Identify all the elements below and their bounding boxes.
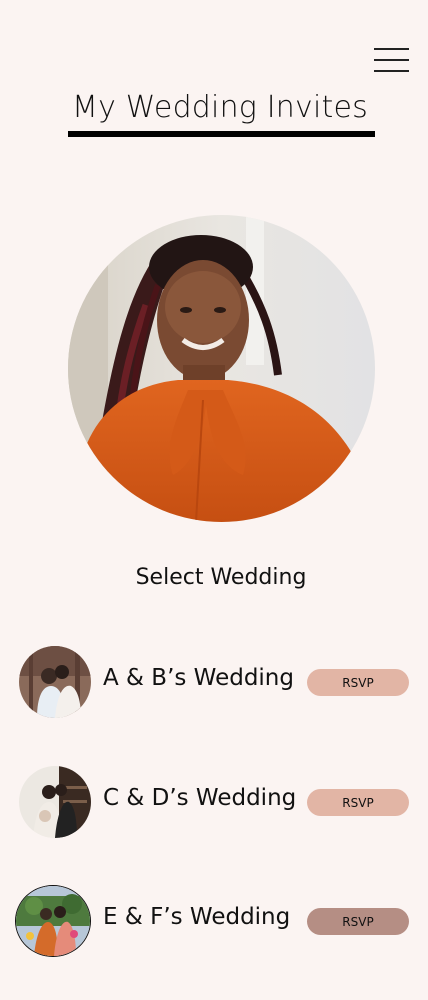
wedding-list-item[interactable]: C & D’s Wedding RSVP (0, 765, 428, 839)
hamburger-menu-button[interactable] (374, 46, 410, 74)
wedding-name: A & B’s Wedding (103, 665, 294, 691)
select-wedding-label: Select Wedding (135, 565, 307, 590)
wedding-list-item[interactable]: E & F’s Wedding RSVP (0, 884, 428, 958)
wedding-name: E & F’s Wedding (103, 904, 291, 930)
couple-avatar (15, 885, 91, 957)
couple-photo-icon (19, 646, 91, 718)
profile-photo[interactable] (68, 215, 375, 522)
couple-photo-icon (19, 766, 91, 838)
page-title: My Wedding Invites (72, 90, 368, 125)
menu-bar-icon (374, 48, 409, 50)
profile-photo-icon (68, 215, 375, 522)
menu-bar-icon (374, 59, 409, 61)
title-underline (68, 131, 375, 137)
couple-avatar (19, 766, 91, 838)
rsvp-button[interactable]: RSVP (307, 789, 409, 816)
couple-photo-icon (16, 886, 90, 956)
menu-bar-icon (374, 70, 409, 72)
couple-avatar (19, 646, 91, 718)
wedding-name: C & D’s Wedding (103, 785, 297, 811)
rsvp-button[interactable]: RSVP (307, 669, 409, 696)
wedding-list-item[interactable]: A & B’s Wedding RSVP (0, 645, 428, 719)
rsvp-button[interactable]: RSVP (307, 908, 409, 935)
